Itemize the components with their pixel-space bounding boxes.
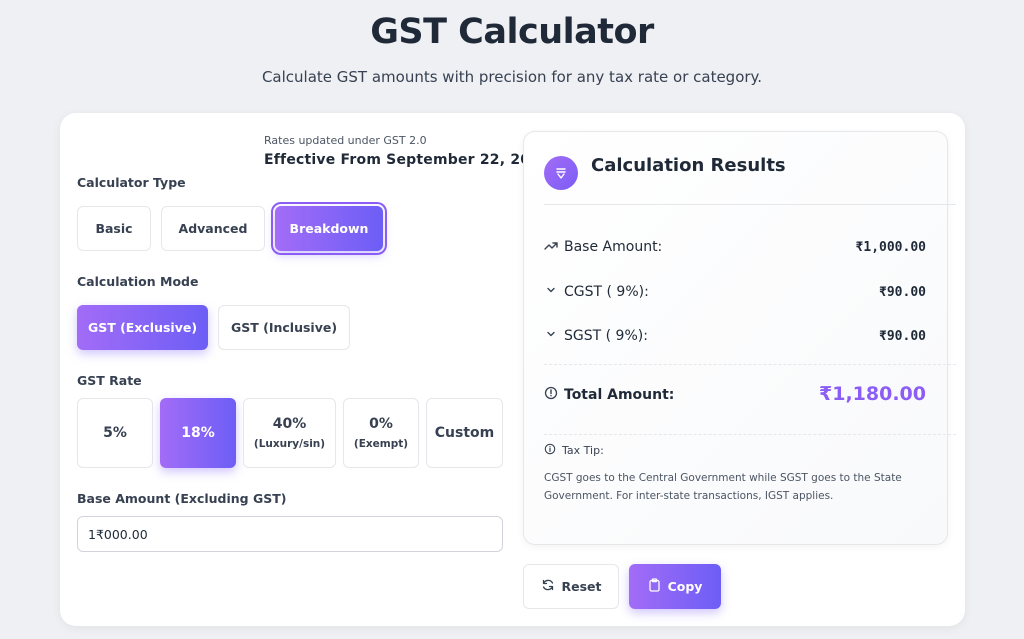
calc-type-basic-button[interactable]: Basic xyxy=(77,206,151,251)
tax-tip-text: CGST goes to the Central Government whil… xyxy=(544,472,902,502)
rate-5-button[interactable]: 5% xyxy=(77,398,153,468)
results-title: Calculation Results xyxy=(591,155,786,176)
rate-value: 5% xyxy=(103,425,127,441)
chevron-down-icon xyxy=(544,327,558,345)
total-amount-value: ₹1,180.00 xyxy=(819,383,926,405)
base-amount-input[interactable] xyxy=(77,516,503,552)
total-row-label: Total Amount: xyxy=(544,386,674,404)
tax-tip-heading: Tax Tip: xyxy=(544,443,604,458)
reset-button[interactable]: Reset xyxy=(523,564,619,609)
base-amount-value: ₹1,000.00 xyxy=(855,240,926,255)
gst-rate-label: GST Rate xyxy=(77,373,142,388)
base-amount-row-label: Base Amount: xyxy=(544,238,662,256)
sgst-value: ₹90.00 xyxy=(879,329,926,344)
copy-label: Copy xyxy=(667,579,703,594)
info-circle-icon xyxy=(544,386,558,404)
rate-0-button[interactable]: 0% (Exempt) xyxy=(343,398,419,468)
rate-value: 0% xyxy=(369,416,393,432)
rate-value: 40% xyxy=(272,416,307,432)
trending-up-icon xyxy=(544,238,558,256)
rates-update-note: Rates updated under GST 2.0 xyxy=(264,134,427,147)
rate-custom-button[interactable]: Custom xyxy=(426,398,503,468)
info-icon xyxy=(544,443,556,458)
page-subtitle: Calculate GST amounts with precision for… xyxy=(261,68,763,86)
refresh-icon xyxy=(541,578,555,595)
sgst-row-label[interactable]: SGST ( 9%): xyxy=(544,327,648,345)
row-label-text: CGST ( 9%): xyxy=(564,284,649,300)
rate-sublabel: (Exempt) xyxy=(353,438,409,450)
tip-divider xyxy=(544,434,956,435)
chevron-down-icon xyxy=(544,283,558,301)
rate-40-button[interactable]: 40% (Luxury/sin) xyxy=(243,398,336,468)
cgst-value: ₹90.00 xyxy=(879,285,926,300)
rate-sublabel: (Luxury/sin) xyxy=(253,438,326,450)
calculator-result-icon xyxy=(544,156,578,190)
rate-value: Custom xyxy=(434,425,495,441)
clipboard-icon xyxy=(648,578,661,595)
calculator-type-label: Calculator Type xyxy=(77,175,186,190)
base-amount-label: Base Amount (Excluding GST) xyxy=(77,491,287,506)
rate-18-button[interactable]: 18% xyxy=(160,398,236,468)
results-divider xyxy=(544,204,956,205)
copy-button[interactable]: Copy xyxy=(629,564,721,609)
mode-exclusive-button[interactable]: GST (Exclusive) xyxy=(77,305,208,350)
calc-type-breakdown-button[interactable]: Breakdown xyxy=(271,202,387,255)
row-label-text: SGST ( 9%): xyxy=(564,328,648,344)
calculation-mode-label: Calculation Mode xyxy=(77,274,199,289)
tax-tip-title: Tax Tip: xyxy=(562,444,604,457)
rate-value: 18% xyxy=(181,425,215,441)
cgst-row-label[interactable]: CGST ( 9%): xyxy=(544,283,649,301)
total-divider xyxy=(544,364,956,365)
page-title: GST Calculator xyxy=(370,12,654,52)
effective-date: Effective From September 22, 2025 xyxy=(264,152,551,168)
row-label-text: Total Amount: xyxy=(564,387,675,403)
row-label-text: Base Amount: xyxy=(564,239,663,255)
calc-type-advanced-button[interactable]: Advanced xyxy=(161,206,265,251)
mode-inclusive-button[interactable]: GST (Inclusive) xyxy=(218,305,350,350)
reset-label: Reset xyxy=(561,579,602,594)
